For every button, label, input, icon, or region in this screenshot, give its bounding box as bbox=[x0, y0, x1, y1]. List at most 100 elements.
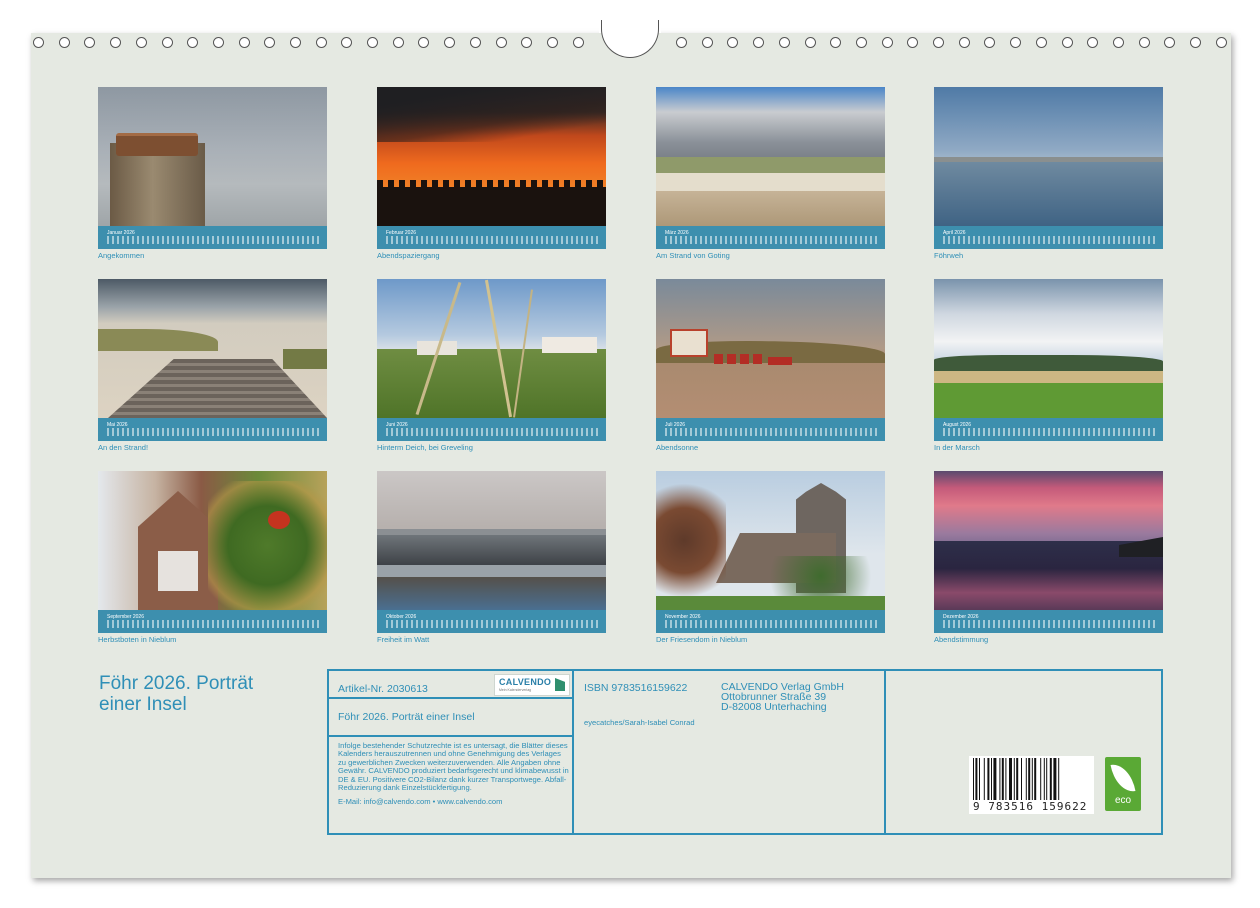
binding-hole bbox=[1062, 37, 1073, 48]
binding-hole bbox=[573, 37, 584, 48]
binding-hole bbox=[1190, 37, 1201, 48]
binding-hole bbox=[779, 37, 790, 48]
barcode-bar bbox=[1031, 758, 1033, 800]
barcode-bar bbox=[973, 758, 974, 800]
photo-caption: Abendstimmung bbox=[934, 635, 989, 644]
binding-hole bbox=[110, 37, 121, 48]
binding-hole bbox=[1087, 37, 1098, 48]
binding-hole bbox=[521, 37, 532, 48]
binding-hole bbox=[59, 37, 70, 48]
contact-email: E-Mail: info@calvendo.com • www.calvendo… bbox=[338, 797, 503, 806]
binding-hole bbox=[547, 37, 558, 48]
month-thumbnail-october: Oktober 2026 Freiheit im Watt bbox=[377, 471, 606, 644]
logo-mark-icon bbox=[555, 678, 565, 691]
month-thumbnail-march: März 2026 Am Strand von Goting bbox=[656, 87, 885, 260]
day-grid bbox=[386, 620, 600, 628]
binding-hole bbox=[933, 37, 944, 48]
binding-hole bbox=[84, 37, 95, 48]
photo-caption: Abendsonne bbox=[656, 443, 699, 452]
photo-caption: Freiheit im Watt bbox=[377, 635, 430, 644]
barcode-bar bbox=[1046, 758, 1048, 800]
photo-july bbox=[656, 279, 885, 418]
publisher-address: CALVENDO Verlag GmbH Ottobrunner Straße … bbox=[721, 682, 844, 713]
month-thumbnail-november: November 2026 Der Friesendom in Nieblum bbox=[656, 471, 885, 644]
calendar-strip-september: September 2026 bbox=[98, 610, 327, 633]
binding-hole bbox=[1010, 37, 1021, 48]
eco-badge: eco bbox=[1105, 757, 1141, 811]
barcode-bar bbox=[1025, 758, 1027, 800]
day-grid bbox=[386, 236, 600, 244]
photo-september bbox=[98, 471, 327, 610]
day-grid bbox=[943, 236, 1157, 244]
calendar-title-line2: einer Insel bbox=[99, 694, 187, 715]
day-grid bbox=[665, 236, 879, 244]
day-grid bbox=[665, 428, 879, 436]
photo-caption: Föhrweh bbox=[934, 251, 964, 260]
photo-caption: Am Strand von Goting bbox=[656, 251, 730, 260]
barcode-bar bbox=[1013, 758, 1015, 800]
binding-hole bbox=[856, 37, 867, 48]
day-grid bbox=[665, 620, 879, 628]
barcode: 9 783516 159622 bbox=[969, 756, 1094, 814]
leaf-icon bbox=[1110, 761, 1136, 795]
day-grid bbox=[107, 428, 321, 436]
binding-hole bbox=[187, 37, 198, 48]
binding-hole bbox=[805, 37, 816, 48]
calendar-strip-may: Mai 2026 bbox=[98, 418, 327, 441]
binding-hole bbox=[676, 37, 687, 48]
barcode-bar bbox=[1005, 758, 1007, 800]
month-thumbnail-april: April 2026 Föhrweh bbox=[934, 87, 1163, 260]
calendar-strip-december: Dezember 2026 bbox=[934, 610, 1163, 633]
binding-hole bbox=[264, 37, 275, 48]
day-grid bbox=[943, 620, 1157, 628]
photo-december bbox=[934, 471, 1163, 610]
binding-hole bbox=[1139, 37, 1150, 48]
binding-hole bbox=[470, 37, 481, 48]
barcode-bar bbox=[999, 758, 1001, 800]
logo-subline: Mein Kalenderverlag bbox=[499, 688, 532, 692]
logo-wordmark: CALVENDO bbox=[499, 677, 552, 687]
author-credit: eyecatches/Sarah-Isabel Conrad bbox=[584, 718, 695, 727]
barcode-bar bbox=[1040, 758, 1042, 800]
photo-caption: Hinterm Deich, bei Greveling bbox=[377, 443, 473, 452]
photo-caption: Der Friesendom in Nieblum bbox=[656, 635, 748, 644]
binding-hole bbox=[136, 37, 147, 48]
calendar-strip-april: April 2026 bbox=[934, 226, 1163, 249]
barcode-bar bbox=[1001, 758, 1004, 800]
photo-caption: Angekommen bbox=[98, 251, 145, 260]
binding-hole bbox=[1113, 37, 1124, 48]
isbn: ISBN 9783516159622 bbox=[584, 682, 688, 694]
month-thumbnail-february: Februar 2026 Abendspaziergang bbox=[377, 87, 606, 260]
photo-august bbox=[934, 279, 1163, 418]
binding-hole bbox=[162, 37, 173, 48]
barcode-bar bbox=[993, 758, 997, 800]
barcode-bar bbox=[975, 758, 978, 800]
barcode-bar bbox=[1058, 758, 1060, 800]
binding-hole bbox=[702, 37, 713, 48]
binding-hole bbox=[1036, 37, 1047, 48]
day-grid bbox=[107, 236, 321, 244]
barcode-bar bbox=[983, 758, 985, 800]
binding-hole bbox=[1216, 37, 1227, 48]
photo-october bbox=[377, 471, 606, 610]
binding-hole bbox=[727, 37, 738, 48]
article-number: Artikel-Nr. 2030613 bbox=[338, 683, 428, 695]
month-thumbnail-january: Januar 2026 Angekommen bbox=[98, 87, 327, 260]
info-divider-2 bbox=[884, 669, 886, 835]
binding-hole bbox=[33, 37, 44, 48]
calendar-strip-october: Oktober 2026 bbox=[377, 610, 606, 633]
barcode-bar bbox=[991, 758, 992, 800]
photo-february bbox=[377, 87, 606, 226]
eco-label: eco bbox=[1114, 795, 1132, 806]
binding-hole bbox=[341, 37, 352, 48]
calendar-strip-august: August 2026 bbox=[934, 418, 1163, 441]
month-thumbnail-september: September 2026 Herbstboten in Nieblum bbox=[98, 471, 327, 644]
binding-hole bbox=[290, 37, 301, 48]
photo-april bbox=[934, 87, 1163, 226]
calendar-strip-march: März 2026 bbox=[656, 226, 885, 249]
calendar-strip-february: Februar 2026 bbox=[377, 226, 606, 249]
month-thumbnail-july: Juli 2026 Abendsonne bbox=[656, 279, 885, 452]
info-hline-1 bbox=[327, 697, 573, 699]
barcode-bar bbox=[1049, 758, 1052, 800]
binding-hole bbox=[393, 37, 404, 48]
